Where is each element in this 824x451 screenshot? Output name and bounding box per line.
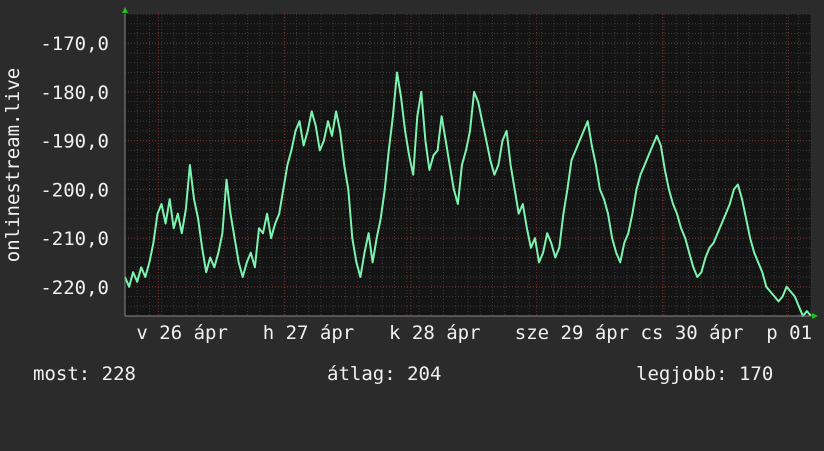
x-tick-label: cs 30 ápr <box>641 322 744 344</box>
x-tick-label: p 01 máj <box>766 322 824 344</box>
x-tick-label: k 28 ápr <box>389 322 481 344</box>
y-tick-label: -220,0 <box>40 277 109 299</box>
y-axis-label: onlinestream.live <box>2 68 24 262</box>
traffic-chart: -170,0 -180,0 -190,0 -200,0 -210,0 -220,0 v 2… <box>2 7 824 344</box>
stat-average: átlag: 204 <box>327 363 442 385</box>
y-tick-label: -200,0 <box>40 179 109 201</box>
stat-current: most: 228 <box>33 363 136 385</box>
x-tick-label: h 27 ápr <box>263 322 355 344</box>
y-tick-label: -190,0 <box>40 131 109 153</box>
y-tick-label: -180,0 <box>40 82 109 104</box>
y-axis-ticks: -170,0 -180,0 -190,0 -200,0 -210,0 -220,0 <box>40 33 109 299</box>
x-tick-label: v 26 ápr <box>136 322 228 344</box>
stats-bar: most: 228 átlag: 204 legjobb: 170 <box>0 363 824 389</box>
x-axis-arrow-icon <box>812 313 818 319</box>
x-tick-label: sze 29 ápr <box>515 322 629 344</box>
y-tick-label: -170,0 <box>40 33 109 55</box>
stat-best: legjobb: 170 <box>636 363 774 385</box>
y-axis-arrow-icon <box>122 7 128 13</box>
x-axis-ticks: v 26 ápr h 27 ápr k 28 ápr sze 29 ápr cs 30 … <box>136 322 824 344</box>
y-tick-label: -210,0 <box>40 228 109 250</box>
